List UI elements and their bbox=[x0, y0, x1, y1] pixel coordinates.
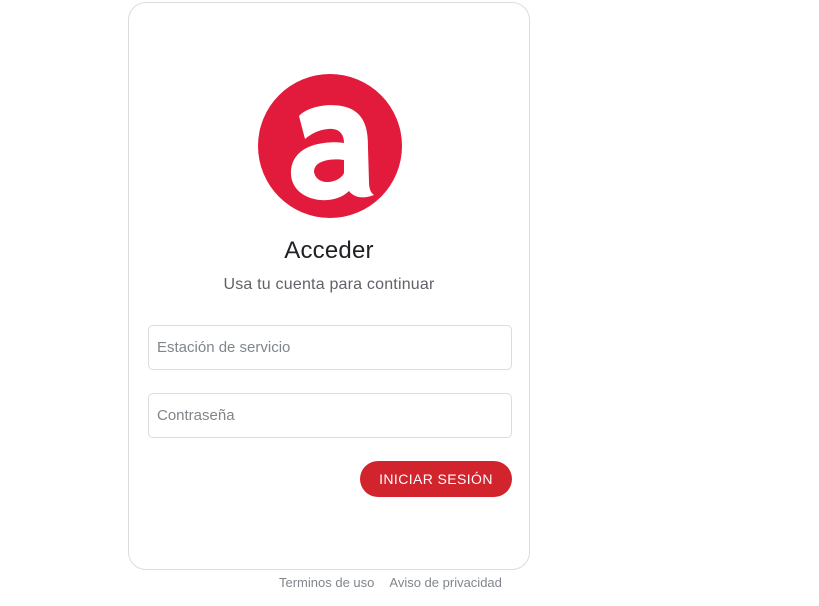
page-subtitle: Usa tu cuenta para continuar bbox=[223, 276, 435, 293]
page-title: Acceder bbox=[284, 237, 374, 264]
password-field[interactable] bbox=[148, 393, 512, 438]
brand-a-logo-icon bbox=[258, 74, 402, 218]
footer-links: Terminos de uso Aviso de privacidad bbox=[279, 575, 502, 590]
password-input[interactable] bbox=[149, 394, 511, 437]
privacy-link[interactable]: Aviso de privacidad bbox=[389, 575, 502, 590]
station-input[interactable] bbox=[149, 326, 511, 369]
login-card: Acceder Usa tu cuenta para continuar INI… bbox=[128, 2, 530, 570]
login-page: Acceder Usa tu cuenta para continuar INI… bbox=[0, 0, 819, 606]
login-button[interactable]: INICIAR SESIÓN bbox=[360, 461, 512, 497]
terms-link[interactable]: Terminos de uso bbox=[279, 575, 374, 590]
station-field[interactable] bbox=[148, 325, 512, 370]
